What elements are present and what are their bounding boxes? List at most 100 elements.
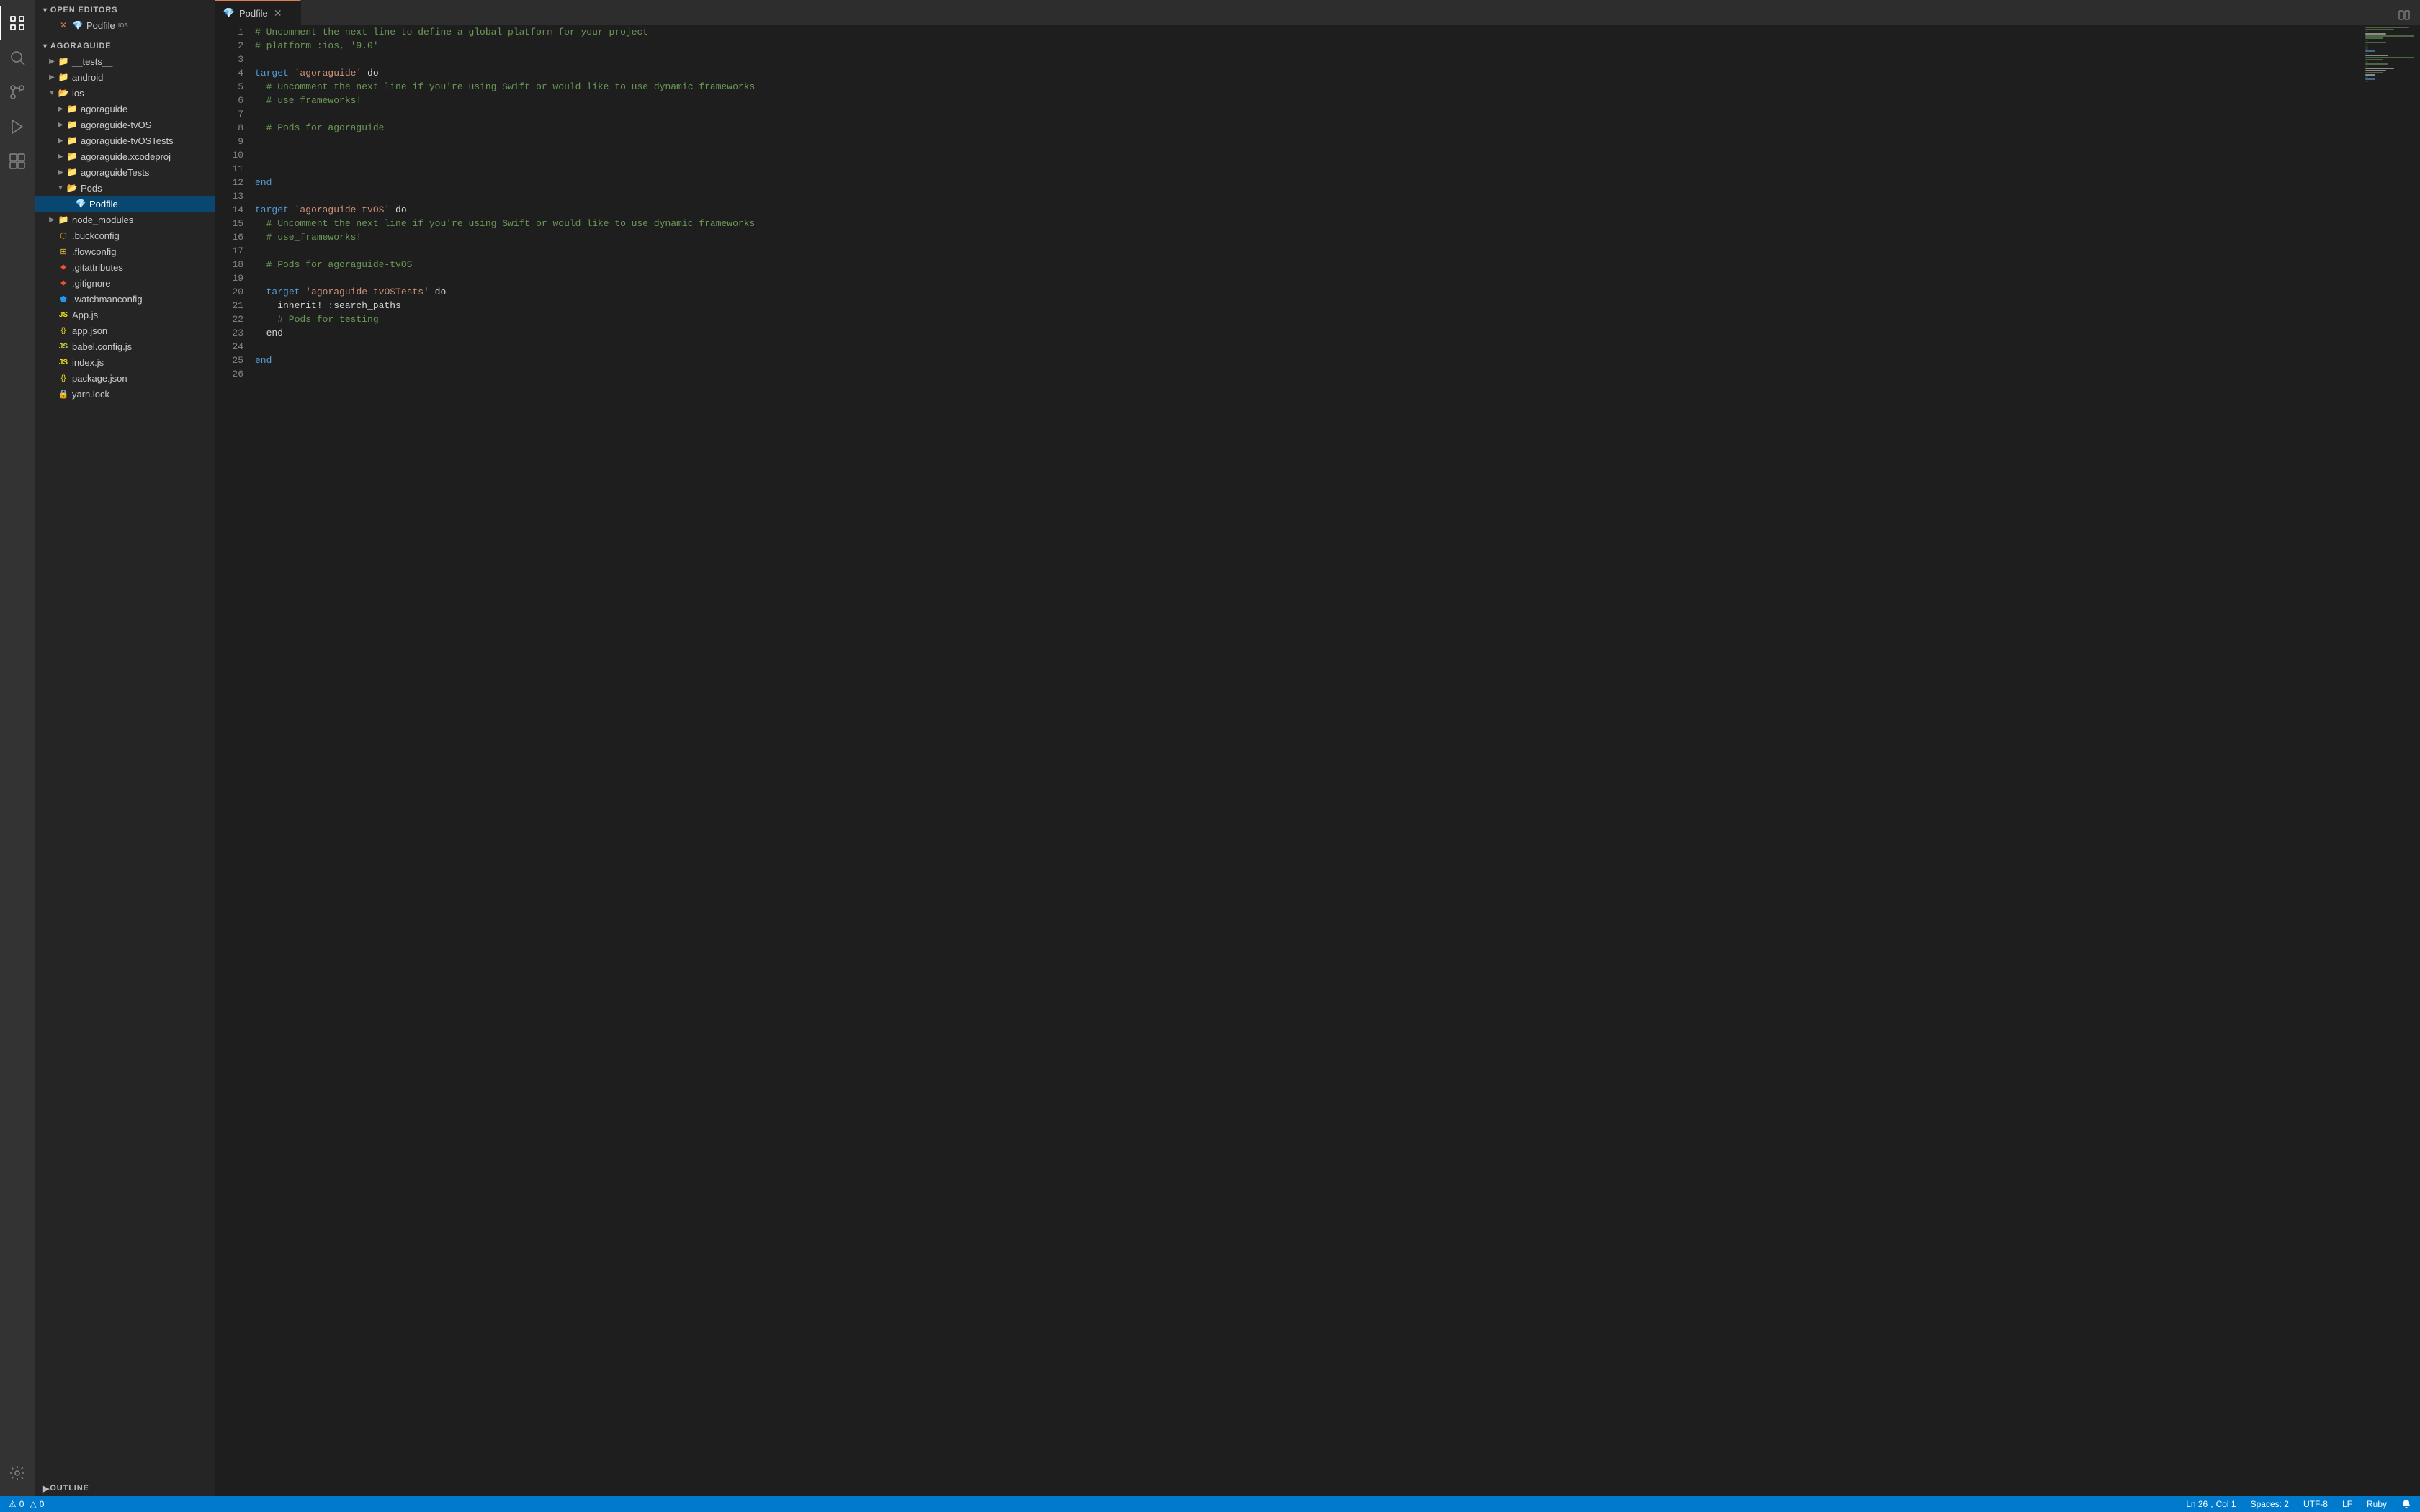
tab-actions [2394,5,2420,25]
minimap-line [2365,55,2388,56]
tree-item-podfile[interactable]: 💎 Podfile [35,196,215,212]
project-header[interactable]: ▾ AGORAGUIDE [35,36,215,53]
tree-chevron: ▶ [55,166,66,178]
status-encoding[interactable]: UTF-8 [2300,1496,2331,1512]
code-line-15: # Uncomment the next line if you're usin… [255,218,755,229]
ruby-file-icon: 💎 [75,198,86,210]
code-line-12: end [255,177,272,188]
status-language-label: Ruby [2367,1499,2387,1509]
status-notifications[interactable] [2398,1496,2414,1512]
minimap-line [2365,29,2394,30]
tree-chevron [46,293,58,305]
status-col-sep: , [2210,1499,2213,1509]
warning-count: 0 [40,1499,45,1509]
project-label: AGORAGUIDE [50,42,112,50]
folder-icon: 📁 [66,103,78,114]
line-num-15: 15 [215,217,243,230]
tree-item-agoraguide-tvostests[interactable]: ▶ 📁 agoraguide-tvOSTests [35,132,215,148]
tree-chevron: ▶ [55,103,66,114]
tree-item-label: .gitignore [72,278,110,289]
tree-chevron: ▶ [55,135,66,146]
lock-icon: 🔒 [58,388,69,400]
code-line-20: target 'agoraguide-tvOSTests' do [255,287,446,297]
minimap-line [2365,46,2368,48]
folder-icon: 📁 [58,214,69,225]
split-editor-button[interactable] [2394,5,2414,25]
line-num-24: 24 [215,340,243,354]
folder-open-icon: 📂 [66,182,78,194]
minimap-line [2365,66,2368,67]
code-line-2: # platform :ios, '9.0' [255,40,379,51]
tree-item-tests[interactable]: ▶ 📁 __tests__ [35,53,215,69]
folder-icon: 📁 [58,71,69,83]
tree-item-label: android [72,72,103,83]
line-num-5: 5 [215,80,243,94]
status-ln-col[interactable]: Ln 26 , Col 1 [2183,1496,2238,1512]
tree-item-gitattributes[interactable]: ⬥ .gitattributes [35,259,215,275]
code-editor[interactable]: # Uncomment the next line to define a gl… [249,25,2362,1496]
tab-close-button[interactable]: ✕ [272,7,284,19]
minimap-line [2365,37,2383,39]
tree-item-appjson[interactable]: {} app.json [35,323,215,338]
minimap-line [2365,78,2375,80]
tree-item-label: .flowconfig [72,246,116,257]
line-numbers: 1 2 3 4 5 6 7 8 9 10 11 12 13 14 15 16 1… [215,25,249,1496]
tree-item-android[interactable]: ▶ 📁 android [35,69,215,85]
tree-item-label: .gitattributes [72,262,123,273]
open-editors-header[interactable]: ▾ OPEN EDITORS [35,0,215,17]
open-editor-podfile[interactable]: ✕ 💎 Podfile ios [35,17,215,33]
status-errors[interactable]: ⚠ 0 △ 0 [6,1496,47,1512]
tree-chevron [46,341,58,352]
tree-chevron: ▶ [46,214,58,225]
tree-item-node-modules[interactable]: ▶ 📁 node_modules [35,212,215,228]
tree-item-xcodeproj[interactable]: ▶ 📁 agoraguide.xcodeproj [35,148,215,164]
tree-item-pods[interactable]: ▾ 📂 Pods [35,180,215,196]
tab-podfile[interactable]: 💎 Podfile ✕ [215,0,301,25]
tree-item-appjs[interactable]: JS App.js [35,307,215,323]
tree-item-buckconfig[interactable]: ⬡ .buckconfig [35,228,215,243]
minimap-line [2365,76,2368,78]
minimap-line [2365,27,2409,28]
js-icon: JS [58,356,69,368]
activity-bar-search[interactable] [0,40,35,75]
tree-item-yarnlock[interactable]: 🔒 yarn.lock [35,386,215,402]
tree-chevron [46,388,58,400]
minimap-line [2365,40,2368,41]
tree-item-watchmanconfig[interactable]: ⬟ .watchmanconfig [35,291,215,307]
tree-chevron [46,356,58,368]
tab-bar: 💎 Podfile ✕ [215,0,2420,25]
minimap-line [2365,53,2368,54]
tree-chevron [46,372,58,384]
line-num-7: 7 [215,107,243,121]
activity-bar-extensions[interactable] [0,144,35,179]
podfile-icon: 💎 [72,19,84,31]
project-chevron: ▾ [43,42,48,50]
tree-item-ios[interactable]: ▾ 📂 ios [35,85,215,101]
status-language[interactable]: Ruby [2364,1496,2390,1512]
file-icon: ⬡ [58,230,69,241]
tree-item-packagejson[interactable]: {} package.json [35,370,215,386]
status-spaces[interactable]: Spaces: 2 [2248,1496,2292,1512]
line-num-9: 9 [215,135,243,148]
status-eol[interactable]: LF [2339,1496,2355,1512]
tree-chevron [46,246,58,257]
tree-item-indexjs[interactable]: JS index.js [35,354,215,370]
outline-header[interactable]: ▶ OUTLINE [35,1480,215,1496]
line-num-11: 11 [215,162,243,176]
activity-bar-debug[interactable] [0,109,35,144]
tree-item-agoraguide-tvos[interactable]: ▶ 📁 agoraguide-tvOS [35,117,215,132]
activity-bar-explorer[interactable] [0,6,35,40]
tree-item-agoraguide-tests[interactable]: ▶ 📁 agoraguideTests [35,164,215,180]
tree-item-label: node_modules [72,215,133,225]
tree-item-gitignore[interactable]: ⬥ .gitignore [35,275,215,291]
tree-item-agoraguide[interactable]: ▶ 📁 agoraguide [35,101,215,117]
code-line-25: end [255,355,272,366]
tab-label: Podfile [239,8,268,19]
activity-bar-settings[interactable] [0,1456,35,1490]
tab-file-icon: 💎 [223,7,235,19]
activity-bar-scm[interactable] [0,75,35,109]
minimap-line [2365,44,2368,45]
tree-item-flowconfig[interactable]: ⊞ .flowconfig [35,243,215,259]
line-num-3: 3 [215,53,243,66]
tree-item-babelconfig[interactable]: JS babel.config.js [35,338,215,354]
